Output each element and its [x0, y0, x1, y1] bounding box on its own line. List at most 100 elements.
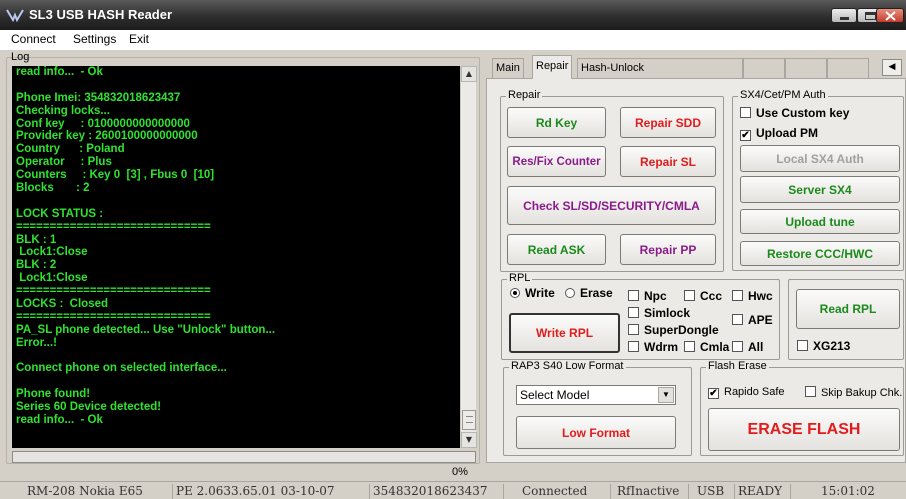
npc-checkbox[interactable]: Npc	[628, 289, 667, 303]
xg213-checkbox-box[interactable]	[797, 340, 808, 351]
repair-group-label: Repair	[506, 89, 543, 101]
upload-pm-checkbox[interactable]: ✔ Upload PM	[740, 126, 818, 141]
ccc-checkbox-box[interactable]	[684, 290, 695, 301]
xg213-checkbox[interactable]: XG213	[797, 339, 850, 353]
all-checkbox[interactable]: All	[732, 340, 763, 354]
restore-ccc-hwc-button[interactable]: Restore CCC/HWC	[740, 241, 900, 266]
skip-bakup-checkbox[interactable]: Skip Bakup Chk.	[805, 386, 902, 399]
menu-connect[interactable]: Connect	[11, 32, 56, 46]
minimize-icon	[840, 17, 849, 20]
local-sx4-auth-button[interactable]: Local SX4 Auth	[740, 145, 900, 172]
wdrm-checkbox[interactable]: Wdrm	[628, 340, 678, 354]
xg213-label: XG213	[813, 339, 851, 353]
rapido-safe-check-icon[interactable]: ✔	[708, 388, 719, 399]
sx4-group-label: SX4/Cet/PM Auth	[738, 89, 828, 101]
status-interface: USB	[688, 484, 734, 499]
repair-sl-button[interactable]: Repair SL	[620, 146, 716, 177]
log-line: =============================	[16, 220, 211, 233]
use-custom-key-label: Use Custom key	[756, 106, 850, 120]
log-line: Conf key : 0100000000000000	[16, 117, 190, 130]
superdongle-checkbox[interactable]: SuperDongle	[628, 323, 719, 337]
scroll-thumb[interactable]	[462, 410, 476, 430]
rapido-safe-checkbox[interactable]: ✔ Rapido Safe	[708, 386, 785, 399]
window-title: SL3 USB HASH Reader	[29, 7, 173, 22]
menu-settings[interactable]: Settings	[73, 32, 116, 46]
log-vertical-scrollbar[interactable]: ▲ ▼	[460, 66, 477, 448]
tab-empty-1[interactable]	[743, 58, 785, 78]
superdongle-label: SuperDongle	[644, 323, 719, 337]
tab-repair[interactable]: Repair	[532, 55, 573, 79]
log-line: =============================	[16, 285, 211, 298]
hwc-checkbox[interactable]: Hwc	[732, 289, 773, 303]
chevron-down-icon[interactable]: ▼	[658, 387, 674, 403]
cmla-checkbox[interactable]: Cmla	[684, 340, 729, 354]
log-line: Connect phone on selected interface...	[16, 362, 227, 375]
server-sx4-button[interactable]: Server SX4	[740, 176, 900, 203]
grip-icon	[466, 416, 473, 423]
minimize-button[interactable]	[831, 8, 857, 23]
superdongle-checkbox-box[interactable]	[628, 324, 639, 335]
read-rpl-button[interactable]: Read RPL	[796, 289, 900, 329]
rd-key-button[interactable]: Rd Key	[507, 107, 606, 138]
use-custom-key-checkbox[interactable]: Use Custom key	[740, 106, 849, 120]
log-line: Lock1:Close	[16, 272, 88, 285]
status-model: RM-208 Nokia E65	[27, 484, 143, 498]
ccc-checkbox[interactable]: Ccc	[684, 289, 722, 303]
ccc-label: Ccc	[700, 289, 723, 303]
cmla-checkbox-box[interactable]	[684, 341, 695, 352]
scroll-up-icon[interactable]: ▲	[461, 66, 477, 82]
tab-empty-2[interactable]	[785, 58, 827, 78]
hwc-checkbox-box[interactable]	[732, 290, 743, 301]
use-custom-key-checkbox-box[interactable]	[740, 107, 751, 118]
skip-bakup-label: Skip Bakup Chk.	[821, 387, 903, 399]
close-button[interactable]	[876, 8, 904, 23]
status-bar: RM-208 Nokia E65 PE 2.0633.65.01 03-10-0…	[0, 481, 906, 499]
tab-scroll-left-icon[interactable]: ◀	[882, 59, 902, 76]
wdrm-label: Wdrm	[644, 340, 678, 354]
log-label: Log	[11, 51, 30, 63]
upload-pm-check-icon[interactable]: ✔	[740, 130, 751, 141]
tab-hash-unlock[interactable]: Hash-Unlock	[577, 58, 743, 78]
ape-checkbox-box[interactable]	[732, 314, 743, 325]
write-radio[interactable]: Write	[510, 286, 555, 300]
progress-percent: 0%	[452, 466, 468, 478]
erase-flash-button[interactable]: ERASE FLASH	[708, 408, 900, 451]
erase-radio-icon[interactable]	[565, 288, 575, 298]
skip-bakup-checkbox-box[interactable]	[805, 386, 816, 397]
erase-radio[interactable]: Erase	[565, 286, 613, 300]
tab-main[interactable]: Main	[492, 58, 524, 78]
log-line: Phone Imei: 354832018623437	[16, 91, 181, 104]
log-line: =============================	[16, 310, 211, 323]
app-icon	[6, 9, 24, 22]
simlock-checkbox[interactable]: Simlock	[628, 306, 690, 320]
read-ask-button[interactable]: Read ASK	[507, 234, 606, 265]
repair-pp-button[interactable]: Repair PP	[620, 234, 716, 265]
select-model-dropdown[interactable]: Select Model ▼	[516, 385, 676, 405]
check-sl-sd-security-cmla-button[interactable]: Check SL/SD/SECURITY/CMLA	[507, 186, 716, 225]
write-rpl-button[interactable]: Write RPL	[509, 313, 620, 353]
res-fix-counter-button[interactable]: Res/Fix Counter	[507, 146, 606, 177]
scroll-down-icon[interactable]: ▼	[461, 432, 477, 448]
tab-empty-3[interactable]	[827, 58, 869, 78]
low-format-button[interactable]: Low Format	[516, 416, 676, 449]
simlock-checkbox-box[interactable]	[628, 307, 639, 318]
repair-sdd-button[interactable]: Repair SDD	[620, 107, 716, 138]
menu-bar: Connect Settings Exit	[0, 30, 906, 50]
upload-tune-button[interactable]: Upload tune	[740, 209, 900, 234]
log-horizontal-scrollbar[interactable]	[12, 451, 476, 463]
log-line: Country : Poland	[16, 143, 125, 156]
ape-checkbox[interactable]: APE	[732, 313, 773, 327]
rpl-group-label: RPL	[507, 272, 533, 284]
menu-exit[interactable]: Exit	[129, 32, 149, 46]
wdrm-checkbox-box[interactable]	[628, 341, 639, 352]
log-line: Counters : Key 0 [3] , Fbus 0 [10]	[16, 169, 215, 182]
write-radio-icon[interactable]	[510, 288, 520, 298]
all-checkbox-box[interactable]	[732, 341, 743, 352]
npc-checkbox-box[interactable]	[628, 290, 639, 301]
log-line: LOCK STATUS :	[16, 207, 104, 220]
log-line: Operator : Plus	[16, 156, 112, 169]
log-line: PA_SL phone detected... Use "Unlock" but…	[16, 323, 276, 336]
